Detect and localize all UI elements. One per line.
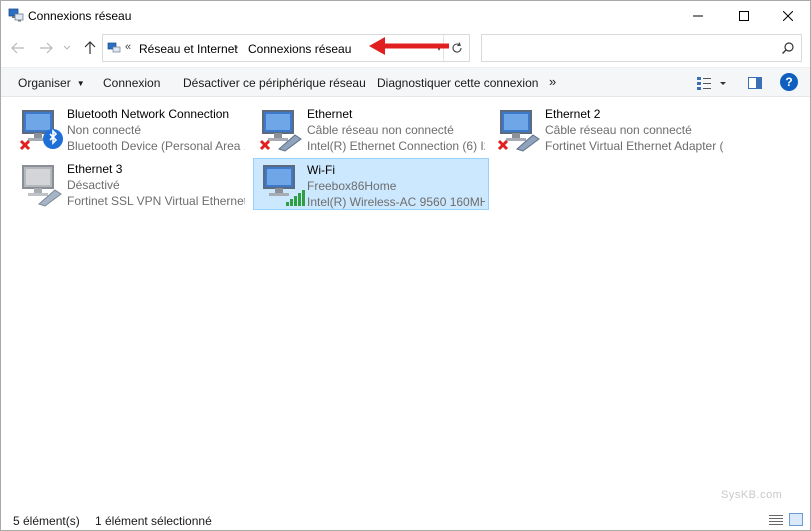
connection-device: Intel(R) Ethernet Connection (6) I2... [307, 139, 485, 153]
connection-item-ethernet-3[interactable]: Ethernet 3 Désactivé Fortinet SSL VPN Vi… [11, 158, 247, 210]
item-count: 5 élément(s) [13, 514, 80, 528]
explorer-window: Connexions réseau « Réseau et Internet ›… [0, 0, 811, 531]
watermark: SysKB.com [721, 489, 783, 501]
connection-status: Freebox86Home [307, 179, 397, 193]
search-box[interactable] [481, 34, 802, 62]
connection-item-ethernet-2[interactable]: Ethernet 2 Câble réseau non connecté For… [489, 103, 725, 155]
command-bar: Organiser ▼ Connexion Désactiver ce périp… [1, 67, 810, 97]
forward-button[interactable] [37, 39, 55, 57]
selection-count: 1 élément sélectionné [95, 514, 212, 528]
up-button[interactable] [81, 39, 99, 57]
breadcrumb-reseau-internet[interactable]: Réseau et Internet [139, 42, 238, 56]
monitor-cable-disconnected-icon [259, 109, 307, 153]
window-title: Connexions réseau [28, 9, 132, 23]
monitor-bluetooth-icon [19, 109, 67, 153]
network-connections-icon [8, 8, 24, 22]
organize-menu[interactable]: Organiser ▼ [18, 76, 85, 90]
connection-device: Fortinet SSL VPN Virtual Ethernet ... [67, 194, 245, 208]
connection-name: Ethernet 3 [67, 162, 123, 176]
connection-device: Fortinet Virtual Ethernet Adapter (... [545, 139, 723, 153]
monitor-cable-disconnected-icon [497, 109, 545, 153]
details-view-icon[interactable] [769, 514, 783, 526]
maximize-button[interactable] [721, 1, 767, 31]
chevron-down-icon: ▼ [76, 79, 85, 88]
title-bar: Connexions réseau [1, 1, 810, 31]
minimize-button[interactable] [675, 1, 721, 31]
connection-name: Bluetooth Network Connection [67, 107, 230, 121]
connection-item-wifi[interactable]: Wi-Fi Freebox86Home Intel(R) Wireless-AC… [253, 158, 489, 210]
back-button[interactable] [9, 39, 27, 57]
organize-label: Organiser [18, 76, 71, 90]
connection-status: Désactivé [67, 178, 120, 192]
connection-name: Wi-Fi [307, 163, 335, 177]
status-bar: 5 élément(s) 1 élément sélectionné [1, 508, 810, 530]
address-overflow-chevron[interactable]: « [125, 41, 131, 53]
connection-status: Câble réseau non connecté [545, 123, 692, 137]
close-button[interactable] [765, 1, 811, 31]
connection-name: Ethernet [307, 107, 353, 121]
more-commands-button[interactable]: » [549, 74, 556, 89]
diagnose-button[interactable]: Diagnostiquer cette connexion [377, 76, 538, 90]
connection-item-bluetooth[interactable]: Bluetooth Network Connection Non connect… [11, 103, 247, 155]
disable-device-button[interactable]: Désactiver ce périphérique réseau [183, 76, 366, 90]
connection-status: Non connecté [67, 123, 142, 137]
connection-device: Bluetooth Device (Personal Area ... [67, 139, 245, 153]
breadcrumb-connexions-reseau[interactable]: Connexions réseau [248, 42, 351, 56]
large-icons-view-icon[interactable] [789, 513, 803, 526]
preview-pane-button[interactable] [747, 75, 763, 91]
monitor-disabled-icon [19, 164, 67, 208]
connection-status: Câble réseau non connecté [307, 123, 454, 137]
monitor-wifi-signal-icon [260, 164, 308, 208]
recent-locations-button[interactable] [61, 39, 73, 57]
connection-device: Intel(R) Wireless-AC 9560 160MHz [307, 195, 485, 209]
search-icon[interactable] [781, 41, 795, 55]
annotation-arrow [369, 37, 449, 55]
change-view-button[interactable] [696, 75, 728, 91]
connections-view: Bluetooth Network Connection Non connect… [1, 98, 810, 508]
connect-button[interactable]: Connexion [103, 76, 160, 90]
network-connections-icon [107, 42, 121, 54]
connection-item-ethernet[interactable]: Ethernet Câble réseau non connecté Intel… [251, 103, 487, 155]
breadcrumb-separator[interactable]: › [234, 40, 238, 54]
help-button[interactable]: ? [780, 73, 798, 91]
connection-name: Ethernet 2 [545, 107, 601, 121]
